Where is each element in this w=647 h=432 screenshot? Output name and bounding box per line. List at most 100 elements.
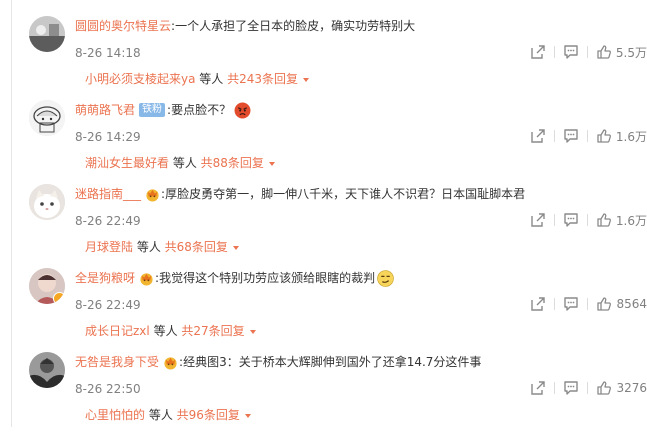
comment-time: 8-26 14:29 xyxy=(75,130,141,144)
comment-username[interactable]: 无咎是我身下受 xyxy=(75,353,159,371)
reply-etc-text: 等人 xyxy=(133,240,165,254)
like-button[interactable]: 3276 xyxy=(596,380,647,396)
comment-username[interactable]: 迷路指南___ xyxy=(75,185,141,203)
comment-item: 萌萌路飞君 铁粉 : 要点脸不？ 8-26 14:29 1.6万 潮汕女生最好看… xyxy=(0,96,647,180)
comment-item: 迷路指南___ : 厚脸皮勇夺第一，脚一伸八千米，天下谁人不识君？日本国耻脚本君… xyxy=(0,180,647,264)
share-button[interactable] xyxy=(530,296,546,312)
reply-summary: 小明必须支棱起来ya 等人 共243条回复 xyxy=(85,71,310,87)
reply-button[interactable] xyxy=(563,380,579,396)
like-count: 5.5万 xyxy=(615,45,647,60)
reply-button[interactable] xyxy=(563,212,579,228)
reply-button[interactable] xyxy=(563,128,579,144)
reply-etc-text: 等人 xyxy=(195,72,228,86)
comment-icon xyxy=(564,297,579,311)
action-divider xyxy=(553,46,555,58)
action-divider xyxy=(587,382,589,394)
comment-time: 8-26 14:18 xyxy=(75,46,141,60)
chevron-down-icon[interactable] xyxy=(268,161,275,166)
share-icon xyxy=(531,45,545,59)
reply-total-link[interactable]: 共243条回复 xyxy=(227,72,298,86)
chevron-down-icon[interactable] xyxy=(244,413,251,418)
reply-username[interactable]: 成长日记zxl xyxy=(85,324,150,338)
reply-username[interactable]: 潮汕女生最好看 xyxy=(85,156,169,170)
comment-username[interactable]: 萌萌路飞君 xyxy=(75,101,135,119)
avatar[interactable] xyxy=(29,184,65,220)
reply-etc-text: 等人 xyxy=(145,408,177,422)
avatar[interactable] xyxy=(29,16,65,52)
like-button[interactable]: 1.6万 xyxy=(596,128,647,145)
comment-actions: 1.6万 xyxy=(530,210,647,230)
action-divider xyxy=(554,382,556,394)
share-button[interactable] xyxy=(530,128,546,144)
comment-text: 经典图3：关于桥本大辉脚伸到国外了还拿14.7分这件事 xyxy=(183,355,482,369)
avatar[interactable] xyxy=(29,100,65,136)
comment-icon xyxy=(564,45,578,59)
reply-etc-text: 等人 xyxy=(169,156,201,170)
crown-badge-icon xyxy=(164,356,177,370)
reply-username[interactable]: 小明必须支棱起来ya xyxy=(85,72,195,86)
reply-summary: 月球登陆 等人 共68条回复 xyxy=(85,239,239,255)
comment-icon xyxy=(564,213,578,227)
share-icon xyxy=(531,213,545,227)
comment-actions: 8564 xyxy=(530,294,647,314)
comment-username[interactable]: 圆圆的奥尔特星云 xyxy=(75,17,171,35)
action-divider xyxy=(586,130,588,142)
comment-icon xyxy=(564,381,579,395)
iron-fan-badge: 铁粉 xyxy=(139,103,166,117)
crown-badge-icon xyxy=(146,188,159,202)
reply-total-link[interactable]: 共88条回复 xyxy=(201,156,264,170)
comment-time: 8-26 22:49 xyxy=(75,298,141,312)
reply-button[interactable] xyxy=(563,296,579,312)
action-divider xyxy=(554,298,556,310)
chevron-down-icon[interactable] xyxy=(249,329,256,334)
thumbs-up-icon xyxy=(597,213,611,227)
like-count: 1.6万 xyxy=(615,213,647,228)
like-button[interactable]: 5.5万 xyxy=(596,44,647,61)
action-divider xyxy=(553,214,555,226)
comment-text: 一个人承担了全日本的脸皮，确实功劳特别大 xyxy=(175,19,416,33)
share-icon xyxy=(531,297,546,311)
reply-username[interactable]: 月球登陆 xyxy=(85,240,133,254)
share-button[interactable] xyxy=(530,44,546,60)
share-icon xyxy=(531,381,546,395)
verified-badge-icon xyxy=(53,292,65,304)
reply-summary: 成长日记zxl 等人 共27条回复 xyxy=(85,323,256,339)
reply-total-link[interactable]: 共27条回复 xyxy=(181,324,244,338)
smirk-face-emoji-icon xyxy=(377,269,394,287)
comment-icon xyxy=(564,129,578,143)
share-icon xyxy=(531,129,545,143)
thumbs-up-icon xyxy=(597,45,611,59)
share-button[interactable] xyxy=(530,380,546,396)
like-button[interactable]: 8564 xyxy=(596,296,647,312)
thumbs-up-icon xyxy=(597,381,612,395)
comment-time: 8-26 22:49 xyxy=(75,214,141,228)
action-divider xyxy=(586,46,588,58)
chevron-down-icon[interactable] xyxy=(232,245,239,250)
reply-button[interactable] xyxy=(563,44,579,60)
share-button[interactable] xyxy=(530,212,546,228)
action-divider xyxy=(587,298,589,310)
reply-total-link[interactable]: 共96条回复 xyxy=(177,408,240,422)
reply-total-link[interactable]: 共68条回复 xyxy=(165,240,228,254)
comment-time: 8-26 22:50 xyxy=(75,382,141,396)
like-count: 3276 xyxy=(616,381,647,395)
comment-item: 全是狗粮呀 : 我觉得这个特别功劳应该颁给眼瞎的裁判 8-26 22:49 85… xyxy=(0,264,647,348)
action-divider xyxy=(553,130,555,142)
comment-text: 厚脸皮勇夺第一，脚一伸八千米，天下谁人不识君？日本国耻脚本君 xyxy=(165,187,526,201)
action-divider xyxy=(586,214,588,226)
reply-summary: 潮汕女生最好看 等人 共88条回复 xyxy=(85,155,275,171)
like-button[interactable]: 1.6万 xyxy=(596,212,647,229)
comment-actions: 5.5万 xyxy=(530,42,647,62)
comment-username[interactable]: 全是狗粮呀 xyxy=(75,269,135,287)
thumbs-up-icon xyxy=(597,129,611,143)
reply-username[interactable]: 心里怕怕的 xyxy=(85,408,145,422)
comment-actions: 1.6万 xyxy=(530,126,647,146)
reply-etc-text: 等人 xyxy=(149,324,182,338)
crown-badge-icon xyxy=(140,272,153,286)
avatar[interactable] xyxy=(29,268,65,304)
chevron-down-icon[interactable] xyxy=(303,77,310,82)
angry-face-emoji-icon xyxy=(234,102,251,118)
comment-text: 我觉得这个特别功劳应该颁给眼瞎的裁判 xyxy=(159,271,376,285)
avatar[interactable] xyxy=(29,352,65,388)
thumbs-up-icon xyxy=(597,297,612,311)
